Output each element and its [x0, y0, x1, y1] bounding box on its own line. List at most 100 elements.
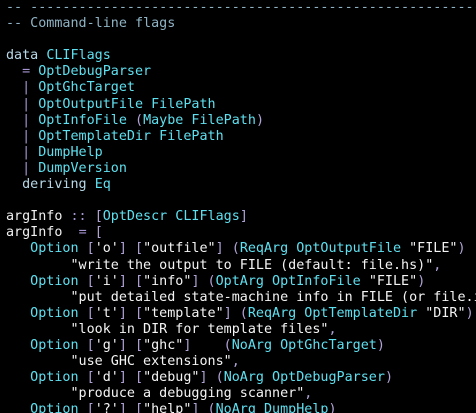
code-token: argInfo [6, 225, 79, 241]
code-token: data [6, 48, 47, 64]
code-line: | OptOutputFile FilePath [6, 97, 476, 113]
code-line: Option ['t'] ["template"] (ReqArg OptTem… [6, 306, 476, 322]
code-token: OptInfoFile [38, 112, 135, 128]
code-line: | OptTemplateDir FilePath [6, 129, 476, 145]
code-token: OptArg OptInfoFile [215, 273, 369, 289]
code-line: Option ['g'] ["ghc"] (NoArg OptGhcTarget… [6, 338, 476, 354]
code-editor[interactable]: -- -------------------------------------… [6, 0, 476, 413]
code-token: Maybe FilePath [143, 112, 256, 128]
code-token: -- -------------------------------------… [6, 0, 476, 15]
code-token: = [6, 64, 39, 80]
code-token: OptDescr CLIFlags [102, 209, 240, 225]
code-token: ] [ [118, 402, 144, 413]
code-line: = OptDebugParser [6, 64, 476, 80]
code-token: Option [6, 273, 87, 289]
code-line: "produce a debugging scanner", [6, 386, 476, 402]
code-token: | [6, 128, 39, 144]
code-token: ] ( [199, 370, 224, 386]
code-token: ] [ [118, 273, 144, 289]
code-token: Option [6, 370, 87, 386]
code-token: [ [86, 370, 95, 386]
code-line: Option ['i'] ["info"] (OptArg OptInfoFil… [6, 274, 476, 290]
code-token: , [304, 386, 313, 402]
code-token: "write the output to FILE (default: file… [6, 257, 434, 273]
code-token: DumpVersion [38, 160, 127, 176]
code-token: "FILE" [368, 273, 418, 289]
code-token: | [6, 144, 39, 160]
code-token: NoArg OptDebugParser [223, 370, 385, 386]
code-token: [ [94, 209, 103, 225]
code-token: ) [417, 273, 426, 289]
code-token: NoArg DumpHelp [215, 402, 329, 413]
code-token: "look in DIR for template files" [6, 321, 329, 337]
code-token: ) [328, 402, 337, 413]
code-token: Option [6, 402, 87, 413]
code-token: Option [6, 337, 87, 353]
code-token: 'g' [94, 337, 119, 353]
code-token: , [433, 257, 442, 273]
code-token: ) [255, 112, 264, 128]
code-token: , [231, 354, 240, 370]
code-token: ) [465, 305, 474, 321]
code-token: , [328, 321, 337, 337]
code-token: 'd' [94, 370, 119, 386]
code-token: 'i' [94, 273, 119, 289]
code-token: ) [376, 337, 385, 353]
code-line: | DumpVersion [6, 161, 476, 177]
code-line: -- Command-line flags [6, 16, 476, 32]
code-token: DumpHelp [38, 144, 103, 160]
code-token: 'o' [94, 241, 119, 257]
code-token: -- Command-line flags [6, 16, 176, 32]
code-token: "help" [143, 402, 192, 413]
code-token: ] ( [191, 273, 216, 289]
code-token: ] [ [118, 305, 144, 321]
code-token: argInfo [6, 209, 71, 225]
code-token: ( [135, 112, 144, 128]
code-token: [ [86, 402, 95, 413]
code-token: "use GHC extensions" [6, 354, 232, 370]
code-token: [ [86, 273, 95, 289]
code-token: "produce a debugging scanner" [6, 386, 305, 402]
code-token: "template" [143, 305, 224, 321]
code-token: CLIFlags [46, 48, 111, 64]
code-token: [ [86, 241, 95, 257]
code-token: ReqArg OptTemplateDir [247, 305, 426, 321]
code-line: "use GHC extensions", [6, 354, 476, 370]
code-token: [ [86, 337, 95, 353]
code-token: OptGhcTarget [38, 80, 135, 96]
code-token: "FILE" [409, 241, 458, 257]
code-line: | DumpHelp [6, 145, 476, 161]
code-token: :: [70, 209, 95, 225]
code-token: deriving [6, 177, 95, 193]
code-line: Option ['?'] ["help"] (NoArg DumpHelp) [6, 402, 476, 413]
code-token: | [6, 160, 39, 176]
code-token: '?' [94, 402, 119, 413]
code-line: -- -------------------------------------… [6, 0, 476, 16]
code-token: ] [ [118, 370, 144, 386]
code-token: ] [ [118, 337, 144, 353]
code-token: ] ( [223, 305, 248, 321]
code-token: "outfile" [143, 241, 216, 257]
code-line: | OptGhcTarget [6, 80, 476, 96]
code-token: NoArg OptGhcTarget [231, 337, 377, 353]
code-token: ) [457, 241, 466, 257]
code-token: = [78, 225, 95, 241]
code-token: ] [239, 209, 248, 225]
code-token: Option [6, 241, 87, 257]
code-line: argInfo = [ [6, 225, 476, 241]
code-token: [ [94, 225, 103, 241]
code-token: OptOutputFile FilePath [38, 96, 216, 112]
code-token: "put detailed state-machine info in FILE… [6, 289, 476, 305]
code-line: "put detailed state-machine info in FILE… [6, 290, 476, 306]
code-token: [ [86, 305, 95, 321]
code-token: ] ( [183, 337, 232, 353]
code-token: "DIR" [425, 305, 466, 321]
code-token: "debug" [143, 370, 200, 386]
code-line: "write the output to FILE (default: file… [6, 258, 476, 274]
code-token: ] ( [215, 241, 240, 257]
code-line: deriving Eq [6, 177, 476, 193]
code-line: Option ['d'] ["debug"] (NoArg OptDebugPa… [6, 370, 476, 386]
code-token: 't' [94, 305, 119, 321]
